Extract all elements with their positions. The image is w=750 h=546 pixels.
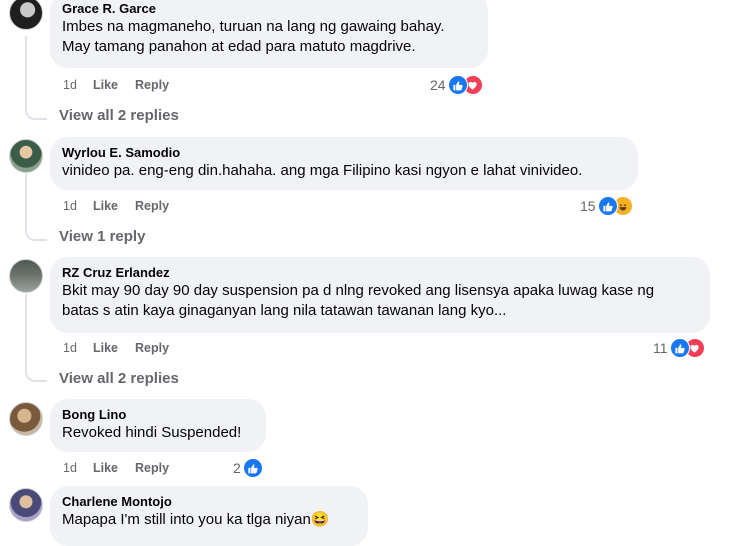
avatar[interactable] <box>9 259 43 293</box>
comment-author[interactable]: Wyrlou E. Samodio <box>62 144 626 161</box>
thread-line <box>25 294 27 367</box>
comment-timestamp[interactable]: 1d <box>63 198 93 214</box>
avatar[interactable] <box>9 402 43 436</box>
view-replies-link[interactable]: View all 2 replies <box>59 106 179 126</box>
avatar[interactable] <box>9 139 43 173</box>
comment-author[interactable]: Grace R. Garce <box>62 0 476 17</box>
thread-connector <box>25 366 47 382</box>
comment-bubble: Grace R. Garce Imbes na magmaneho, turua… <box>50 0 488 68</box>
thumbs-up-icon <box>597 196 618 216</box>
comment-text-line: May tamang panahon at edad para matuto m… <box>62 38 416 55</box>
comment-bubble: Charlene Montojo Mapapa I'm still into y… <box>50 486 368 546</box>
reply-button[interactable]: Reply <box>135 77 169 93</box>
comment-author[interactable]: Bong Lino <box>62 406 254 423</box>
like-button[interactable]: Like <box>93 198 135 214</box>
reaction-count: 2 <box>233 460 241 476</box>
like-button[interactable]: Like <box>93 460 135 476</box>
reaction-summary[interactable]: 24 <box>430 75 483 95</box>
laughing-face-icon: 😆 <box>310 511 330 528</box>
like-button[interactable]: Like <box>93 340 135 356</box>
view-replies-link[interactable]: View all 2 replies <box>59 369 179 389</box>
comment-bubble: Bong Lino Revoked hindi Suspended! <box>50 399 266 452</box>
comment-text-line: batas s atin kaya ginaganyan lang nila t… <box>62 302 507 319</box>
thread-line <box>25 36 27 106</box>
reply-button[interactable]: Reply <box>135 460 169 476</box>
comment-text-line: Bkit may 90 day 90 day suspension pa d n… <box>62 282 655 299</box>
comment-actions: 1d Like Reply <box>63 460 169 476</box>
like-button[interactable]: Like <box>93 77 135 93</box>
comment-text-line: Revoked hindi Suspended! <box>62 424 242 441</box>
comment-author[interactable]: Charlene Montojo <box>62 493 356 510</box>
comment-timestamp[interactable]: 1d <box>63 340 93 356</box>
view-replies-link[interactable]: View 1 reply <box>59 227 145 247</box>
reaction-count: 11 <box>653 340 668 356</box>
comment-timestamp[interactable]: 1d <box>63 460 93 476</box>
thread-line <box>25 173 27 226</box>
avatar[interactable] <box>9 488 43 522</box>
thread-connector <box>25 225 47 241</box>
comment-bubble: Wyrlou E. Samodio vinideo pa. eng-eng di… <box>50 137 638 190</box>
reply-button[interactable]: Reply <box>135 198 169 214</box>
comment-bubble: RZ Cruz Erlandez Bkit may 90 day 90 day … <box>50 257 710 333</box>
thumbs-up-icon <box>242 458 263 478</box>
reply-button[interactable]: Reply <box>135 340 169 356</box>
reaction-summary[interactable]: 11 <box>653 338 705 358</box>
comment-actions: 1d Like Reply <box>63 340 169 356</box>
thumbs-up-icon <box>447 75 468 95</box>
comment-actions: 1d Like Reply <box>63 198 169 214</box>
reaction-count: 24 <box>430 77 446 93</box>
comment-author[interactable]: RZ Cruz Erlandez <box>62 264 698 281</box>
comment-text-line: Imbes na magmaneho, turuan na lang ng ga… <box>62 18 445 35</box>
avatar[interactable] <box>9 0 43 30</box>
thread-connector <box>25 104 47 120</box>
comment-timestamp[interactable]: 1d <box>63 77 93 93</box>
comment-actions: 1d Like Reply <box>63 77 169 93</box>
reaction-summary[interactable]: 2 <box>233 458 263 478</box>
comment-text-line: vinideo pa. eng-eng din.hahaha. ang mga … <box>62 162 583 179</box>
reaction-summary[interactable]: 15 <box>580 196 633 216</box>
reaction-count: 15 <box>580 198 596 214</box>
thumbs-up-icon <box>669 338 690 358</box>
comment-text-line: Mapapa I'm still into you ka tlga niyan😆 <box>62 511 330 528</box>
